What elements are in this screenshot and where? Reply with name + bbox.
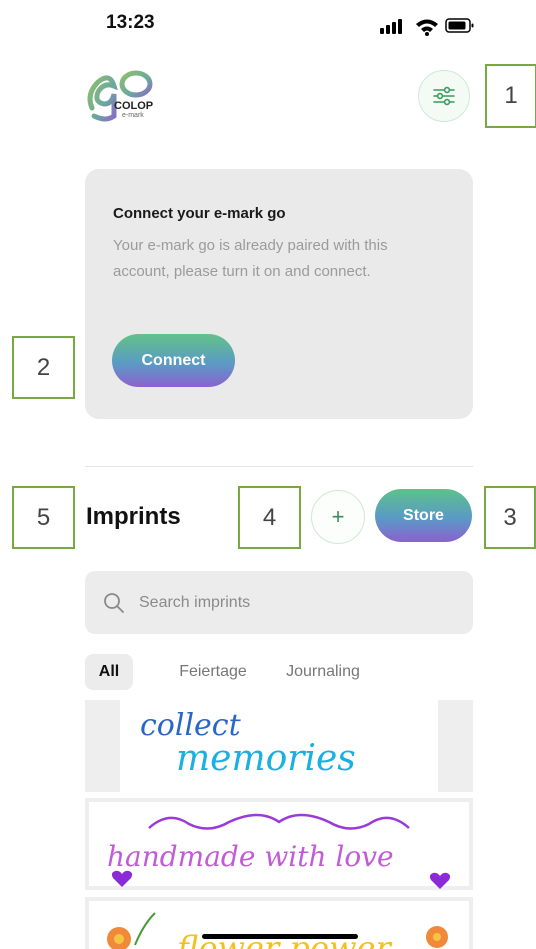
flower-icon <box>426 926 448 948</box>
imprint-preview: handmade with love <box>89 802 469 889</box>
imprint-item[interactable]: flower power <box>85 897 473 949</box>
divider <box>85 466 473 467</box>
search-bar[interactable] <box>85 571 473 634</box>
store-button[interactable]: Store <box>375 489 472 542</box>
status-icons <box>380 16 476 36</box>
wifi-icon <box>416 19 438 36</box>
annotation-1: 1 <box>485 64 536 128</box>
imprint-item[interactable]: collect memories <box>85 700 473 792</box>
connect-card-body: Your e-mark go is already paired with th… <box>113 237 388 280</box>
filter-all[interactable]: All <box>85 654 133 690</box>
logo-wordmark: COLOP <box>114 100 154 112</box>
search-input[interactable] <box>139 571 459 634</box>
heart-icon <box>429 872 451 889</box>
colop-logo: COLOP e-mark <box>84 64 164 124</box>
annotation-3: 3 <box>484 486 536 549</box>
filter-journaling[interactable]: Journaling <box>278 654 368 690</box>
signal-icon <box>380 19 402 34</box>
annotation-5: 5 <box>12 486 75 549</box>
home-indicator <box>202 934 358 939</box>
flourish-icon <box>148 813 410 830</box>
heart-icon <box>111 870 133 887</box>
imprint-text-line1: handmade with love <box>107 840 394 873</box>
imprint-item[interactable]: handmade with love <box>85 798 473 890</box>
imprint-text-line2: memories <box>176 738 356 779</box>
imprint-text-line1: flower power <box>177 929 391 949</box>
search-icon <box>104 593 124 613</box>
battery-icon <box>445 18 474 33</box>
annotation-4: 4 <box>238 486 301 549</box>
imprints-title: Imprints <box>86 503 181 530</box>
imprint-preview: collect memories <box>120 700 438 792</box>
annotation-2: 2 <box>12 336 75 399</box>
connect-card-title: Connect your e-mark go <box>113 205 286 222</box>
filter-feiertage[interactable]: Feiertage <box>172 654 254 690</box>
plus-icon: + <box>331 504 345 529</box>
add-imprint-button[interactable]: + <box>311 490 365 544</box>
sliders-icon <box>433 86 455 106</box>
status-time: 13:23 <box>106 12 155 33</box>
connect-button[interactable]: Connect <box>112 334 235 387</box>
logo-submark: e-mark <box>122 112 144 119</box>
settings-button[interactable] <box>418 70 470 122</box>
connect-card: Connect your e-mark go Your e-mark go is… <box>85 169 473 419</box>
imprint-preview: flower power <box>89 901 469 949</box>
flower-icon <box>107 912 156 949</box>
